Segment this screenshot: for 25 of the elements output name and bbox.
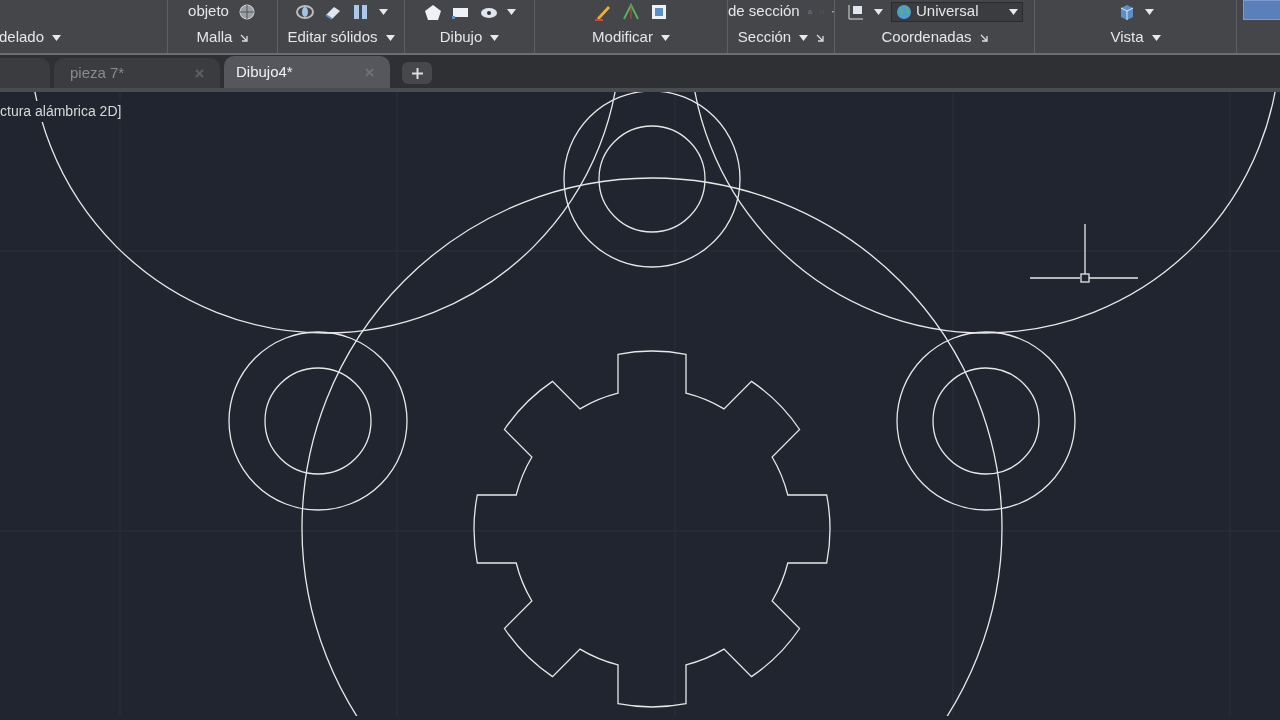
panel-title[interactable]: delado (0, 26, 45, 49)
panel-title[interactable]: Sección (737, 26, 792, 49)
ellipse-icon[interactable] (294, 2, 315, 21)
box-icon[interactable] (649, 2, 669, 21)
panel-title[interactable]: Vista (1110, 26, 1144, 49)
panel-title[interactable]: Dibujo (439, 26, 483, 49)
panel-title[interactable]: Editar sólidos (287, 26, 378, 49)
launcher-icon[interactable] (979, 33, 988, 42)
file-tab[interactable]: Dibujo4* (224, 56, 390, 88)
panel-title[interactable]: Modificar (592, 26, 653, 49)
mirror-icon[interactable] (621, 2, 641, 21)
panel-title[interactable]: Coordenadas (881, 26, 972, 49)
tool-label[interactable]: de sección (728, 0, 800, 23)
ucs-dropdown[interactable]: Universal (891, 1, 1023, 22)
launcher-icon[interactable] (240, 33, 249, 42)
sphere-icon[interactable] (236, 2, 257, 21)
globe-icon (896, 3, 912, 20)
panel-title[interactable]: Malla (196, 26, 233, 49)
ucs-icon[interactable] (846, 2, 866, 21)
new-tab-button[interactable] (402, 62, 432, 84)
viewport-label[interactable]: ctura alámbrica 2D] (0, 101, 122, 122)
plus-icon (411, 67, 423, 79)
tool-label[interactable]: objeto (188, 0, 229, 23)
launcher-icon[interactable] (816, 33, 825, 42)
pentagon-icon[interactable] (423, 2, 443, 21)
